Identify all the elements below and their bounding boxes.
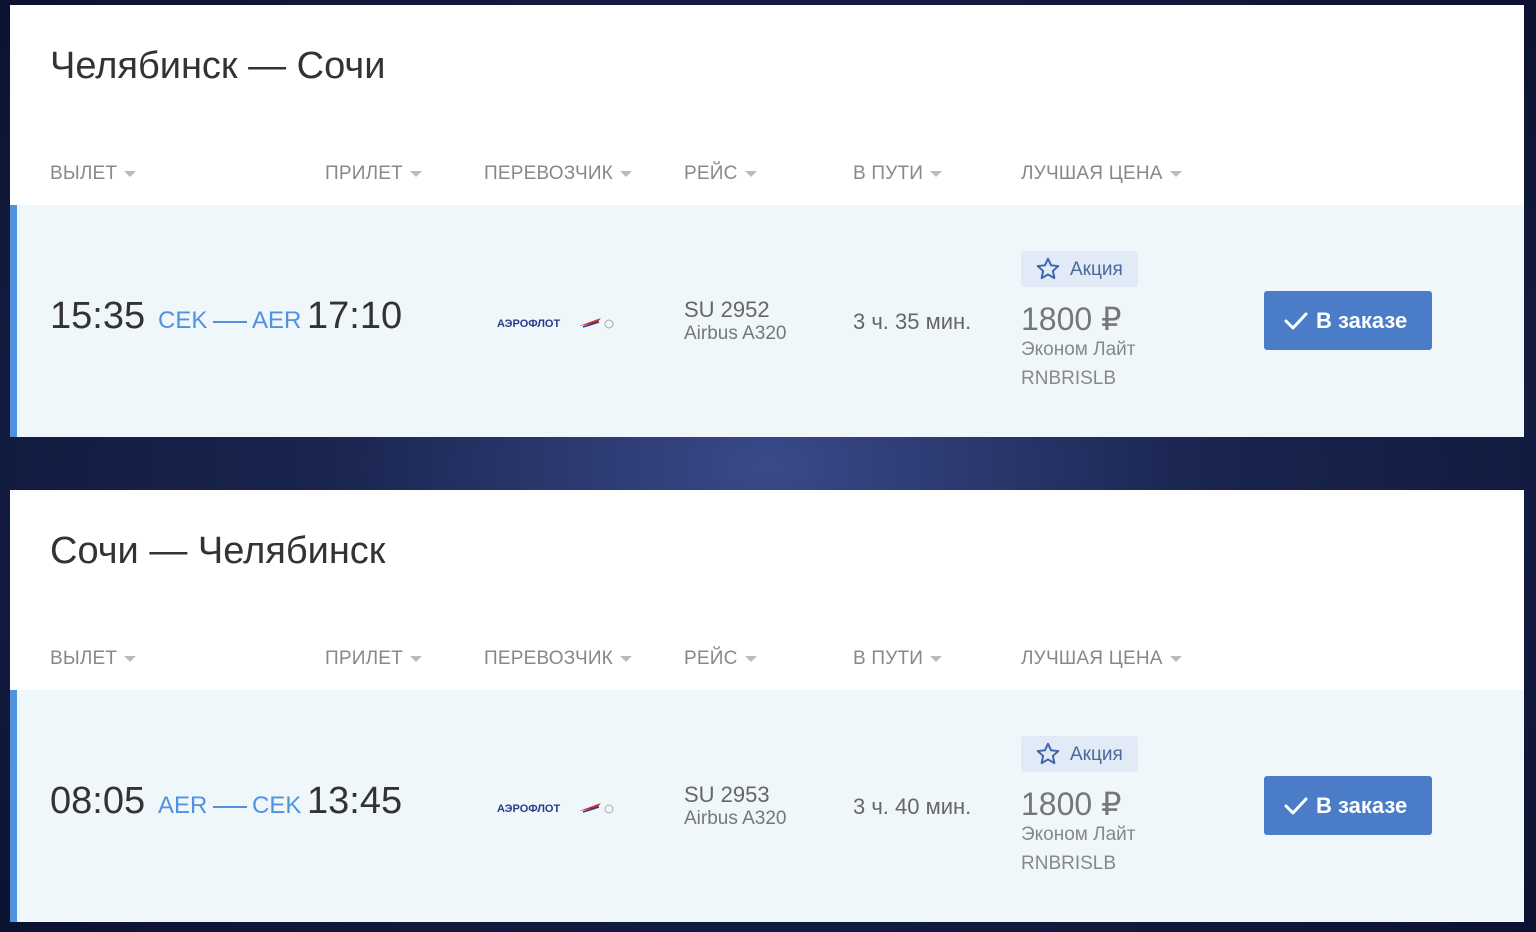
- in-order-button-label: В заказе: [1316, 308, 1408, 333]
- in-order-button[interactable]: В заказе: [1264, 291, 1432, 350]
- price: 1800 ₽: [1021, 301, 1122, 337]
- flight-duration: 3 ч. 40 мин.: [853, 794, 972, 819]
- aircraft-type: Airbus A320: [684, 323, 787, 344]
- sort-carrier-label: ПЕРЕВОЗЧИК: [484, 163, 613, 184]
- sort-departure-label: ВЫЛЕТ: [50, 163, 118, 184]
- aeroflot-logo: АЭРОФЛОТ: [497, 318, 614, 330]
- check-icon: [1284, 797, 1308, 815]
- flight-duration: 3 ч. 35 мин.: [853, 309, 972, 334]
- caret-down-icon: [619, 655, 632, 662]
- arrival-time: 13:45: [307, 780, 403, 822]
- column-header-row: ВЫЛЕТ ПРИЛЕТ ПЕРЕВОЗЧИК РЕЙС В ПУТИ ЛУЧШ…: [10, 640, 1524, 680]
- route-card-outbound: Челябинск — Сочи ВЫЛЕТ ПРИЛЕТ ПЕРЕВОЗЧИК…: [10, 5, 1524, 437]
- airline-logo-text: АЭРОФЛОТ: [497, 803, 560, 815]
- caret-down-icon: [409, 655, 422, 662]
- route-dash: [213, 321, 247, 323]
- sort-best-price-label: ЛУЧШАЯ ЦЕНА: [1021, 163, 1163, 184]
- sort-best-price-label: ЛУЧШАЯ ЦЕНА: [1021, 648, 1163, 669]
- flight-number: SU 2953: [684, 782, 770, 807]
- arrival-time: 17:10: [307, 295, 403, 337]
- aeroflot-logo: АЭРОФЛОТ: [497, 803, 614, 815]
- caret-down-icon: [124, 170, 137, 177]
- caret-down-icon: [1169, 170, 1182, 177]
- sort-departure[interactable]: ВЫЛЕТ: [50, 648, 137, 670]
- in-order-button-label: В заказе: [1316, 793, 1408, 818]
- caret-down-icon: [124, 655, 137, 662]
- sort-flight[interactable]: РЕЙС: [684, 648, 757, 670]
- sort-carrier[interactable]: ПЕРЕВОЗЧИК: [484, 648, 632, 670]
- sort-departure-label: ВЫЛЕТ: [50, 648, 118, 669]
- caret-down-icon: [409, 170, 422, 177]
- caret-down-icon: [744, 170, 757, 177]
- caret-down-icon: [1169, 655, 1182, 662]
- route-dash: [213, 806, 247, 808]
- departure-airport-code: AER: [158, 792, 208, 819]
- fare-class: Эконом Лайт: [1021, 339, 1136, 360]
- sort-duration[interactable]: В ПУТИ: [853, 163, 943, 185]
- sort-arrival-label: ПРИЛЕТ: [325, 648, 403, 669]
- sort-arrival[interactable]: ПРИЛЕТ: [325, 163, 422, 185]
- promo-label: Акция: [1070, 259, 1123, 280]
- column-header-row: ВЫЛЕТ ПРИЛЕТ ПЕРЕВОЗЧИК РЕЙС В ПУТИ ЛУЧШ…: [10, 155, 1524, 195]
- promo-badge: Акция: [1021, 736, 1138, 772]
- sort-duration[interactable]: В ПУТИ: [853, 648, 943, 670]
- sort-duration-label: В ПУТИ: [853, 648, 924, 669]
- flight-number: SU 2952: [684, 297, 770, 322]
- sort-carrier-label: ПЕРЕВОЗЧИК: [484, 648, 613, 669]
- route-card-return: Сочи — Челябинск ВЫЛЕТ ПРИЛЕТ ПЕРЕВОЗЧИК…: [10, 490, 1524, 922]
- sort-best-price[interactable]: ЛУЧШАЯ ЦЕНА: [1021, 648, 1182, 670]
- promo-badge: Акция: [1021, 251, 1138, 287]
- sort-departure[interactable]: ВЫЛЕТ: [50, 163, 137, 185]
- sort-arrival-label: ПРИЛЕТ: [325, 163, 403, 184]
- flight-row[interactable]: 15:35 CEK AER 17:10 АЭРОФЛОТ SU 2952 Air…: [10, 205, 1524, 437]
- departure-time: 08:05: [50, 780, 146, 822]
- price: 1800 ₽: [1021, 786, 1122, 822]
- airline-logo-text: АЭРОФЛОТ: [497, 318, 560, 330]
- sort-best-price[interactable]: ЛУЧШАЯ ЦЕНА: [1021, 163, 1182, 185]
- check-icon: [1284, 312, 1308, 330]
- star-icon: [1036, 742, 1060, 765]
- arrival-airport-code: CEK: [252, 792, 302, 819]
- caret-down-icon: [744, 655, 757, 662]
- sort-arrival[interactable]: ПРИЛЕТ: [325, 648, 422, 670]
- sort-carrier[interactable]: ПЕРЕВОЗЧИК: [484, 163, 632, 185]
- sort-flight[interactable]: РЕЙС: [684, 163, 757, 185]
- promo-label: Акция: [1070, 744, 1123, 765]
- sort-flight-label: РЕЙС: [684, 163, 738, 184]
- aircraft-type: Airbus A320: [684, 808, 787, 829]
- caret-down-icon: [930, 655, 943, 662]
- fare-code: RNBRISLB: [1021, 853, 1117, 874]
- caret-down-icon: [619, 170, 632, 177]
- sort-flight-label: РЕЙС: [684, 648, 738, 669]
- departure-airport-code: CEK: [158, 307, 208, 334]
- route-title: Сочи — Челябинск: [50, 530, 386, 572]
- fare-class: Эконом Лайт: [1021, 824, 1136, 845]
- star-icon: [1036, 257, 1060, 280]
- sort-duration-label: В ПУТИ: [853, 163, 924, 184]
- caret-down-icon: [930, 170, 943, 177]
- departure-time: 15:35: [50, 295, 146, 337]
- in-order-button[interactable]: В заказе: [1264, 776, 1432, 835]
- arrival-airport-code: AER: [252, 307, 302, 334]
- flight-row[interactable]: 08:05 AER CEK 13:45 АЭРОФЛОТ SU 2953 Air…: [10, 690, 1524, 922]
- route-title: Челябинск — Сочи: [50, 45, 386, 87]
- fare-code: RNBRISLB: [1021, 368, 1117, 389]
